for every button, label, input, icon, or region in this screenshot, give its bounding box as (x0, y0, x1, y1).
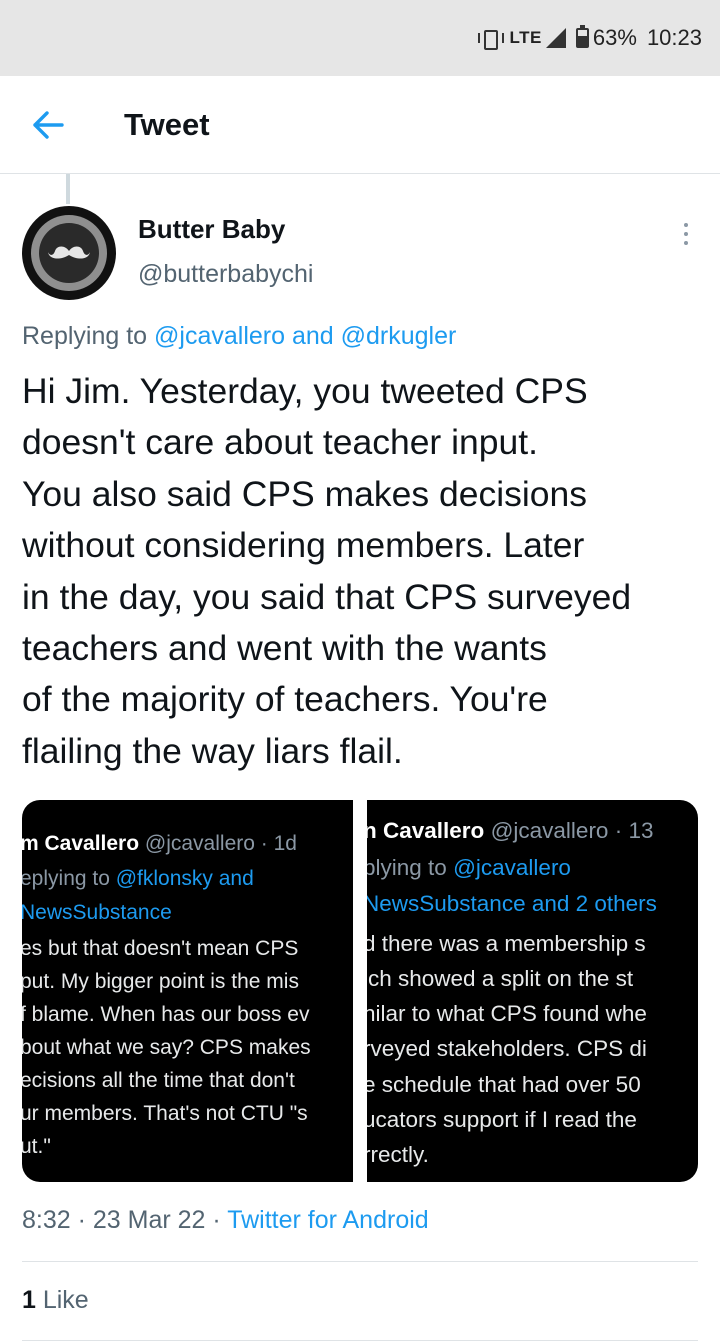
embedded-author-handle: @jcavallero · 13 (484, 818, 654, 843)
embedded-text-line: ur members. That's not CTU "s (22, 1102, 308, 1125)
embedded-text-line: ut." (22, 1135, 51, 1158)
embedded-text-line: ich showed a split on the st (367, 966, 634, 991)
tweet-source-link[interactable]: Twitter for Android (227, 1206, 428, 1234)
replying-prefix: Replying to (22, 322, 148, 350)
avatar[interactable] (22, 206, 116, 300)
embedded-author-handle: @jcavallero · 1d (139, 832, 297, 855)
status-bar: LTE 63% 10:23 (0, 0, 720, 76)
embedded-reply-target-2: NewsSubstance (22, 901, 172, 924)
embedded-text-line: nilar to what CPS found whe (367, 1001, 647, 1026)
tweet-text-line: Hi Jim. Yesterday, you tweeted CPS (22, 371, 588, 411)
divider (22, 1261, 698, 1262)
embedded-reply-target: @jcavallero (453, 855, 571, 880)
tweet-text-line: doesn't care about teacher input. (22, 422, 538, 463)
avatar-mustache-icon (48, 246, 90, 259)
author-handle[interactable]: @butterbabychi (138, 260, 313, 289)
embedded-reply-prefix: plying to (367, 855, 454, 880)
embedded-text-line: ecisions all the time that don't (22, 1069, 295, 1092)
tweet-text: Hi Jim. Yesterday, you tweeted CPS doesn… (22, 366, 712, 777)
back-arrow-icon (33, 110, 64, 139)
vibrate-icon (477, 28, 504, 50)
more-options-button[interactable] (666, 214, 706, 254)
media-image-right[interactable]: n Cavallero @jcavallero · 13 plying to @… (367, 800, 698, 1182)
thread-connector (66, 174, 70, 204)
likes-count[interactable]: 1 Like (22, 1286, 89, 1315)
tweet-text-line: teachers and went with the wants (22, 628, 547, 669)
divider (22, 1340, 698, 1341)
embedded-author-name: n Cavallero (367, 818, 485, 843)
tweet-timestamp: 8:32 · 23 Mar 22 · (22, 1206, 228, 1234)
embedded-text-line: bout what we say? CPS makes (22, 1036, 311, 1059)
embedded-text-line: rveyed stakeholders. CPS di (367, 1036, 647, 1061)
embedded-text-line: put. My bigger point is the mis (22, 970, 299, 993)
battery-icon (575, 25, 589, 48)
author-name[interactable]: Butter Baby (138, 214, 285, 245)
replying-to: Replying to @jcavallero and @drkugler (22, 322, 456, 351)
tweet-text-line: You also said CPS makes decisions (22, 473, 588, 514)
more-options-icon (684, 223, 688, 227)
embedded-reply-prefix: eplying to (22, 867, 116, 890)
embedded-text-line: es but that doesn't mean CPS (22, 937, 299, 960)
replying-to-link[interactable]: @jcavallero and @drkugler (154, 322, 456, 350)
tweet-text-line: in the day, you said that CPS surveyed (22, 576, 632, 617)
likes-number: 1 (22, 1286, 36, 1314)
clock: 10:23 (646, 25, 702, 50)
embedded-text-line: d there was a membership s (367, 931, 646, 956)
tweet-text-line: flailing the way liars flail. (22, 730, 403, 771)
embedded-text-line: ucators support if I read the (367, 1107, 637, 1132)
embedded-author-name: m Cavallero (22, 832, 140, 855)
embedded-reply-target-2: NewsSubstance and 2 others (367, 891, 657, 916)
network-type: LTE (509, 28, 542, 47)
embedded-reply-target: @fklonsky and (115, 867, 254, 890)
battery-level: 63% (592, 25, 637, 50)
tweet-text-line: without considering members. Later (22, 525, 585, 566)
page-title: Tweet (124, 106, 210, 142)
embedded-text-line: f blame. When has our boss ev (22, 1003, 310, 1026)
back-button[interactable] (0, 76, 98, 174)
embedded-text-line: rrectly. (367, 1142, 429, 1167)
signal-icon (545, 28, 566, 48)
media-image-left[interactable]: m Cavallero @jcavallero · 1d eplying to … (22, 800, 353, 1182)
embedded-text-line: e schedule that had over 50 (367, 1072, 641, 1097)
likes-label: Like (35, 1286, 89, 1314)
tweet-meta: 8:32 · 23 Mar 22 · Twitter for Android (22, 1206, 429, 1235)
tweet-text-line: of the majority of teachers. You're (22, 679, 548, 720)
app-header: Tweet (0, 76, 720, 174)
